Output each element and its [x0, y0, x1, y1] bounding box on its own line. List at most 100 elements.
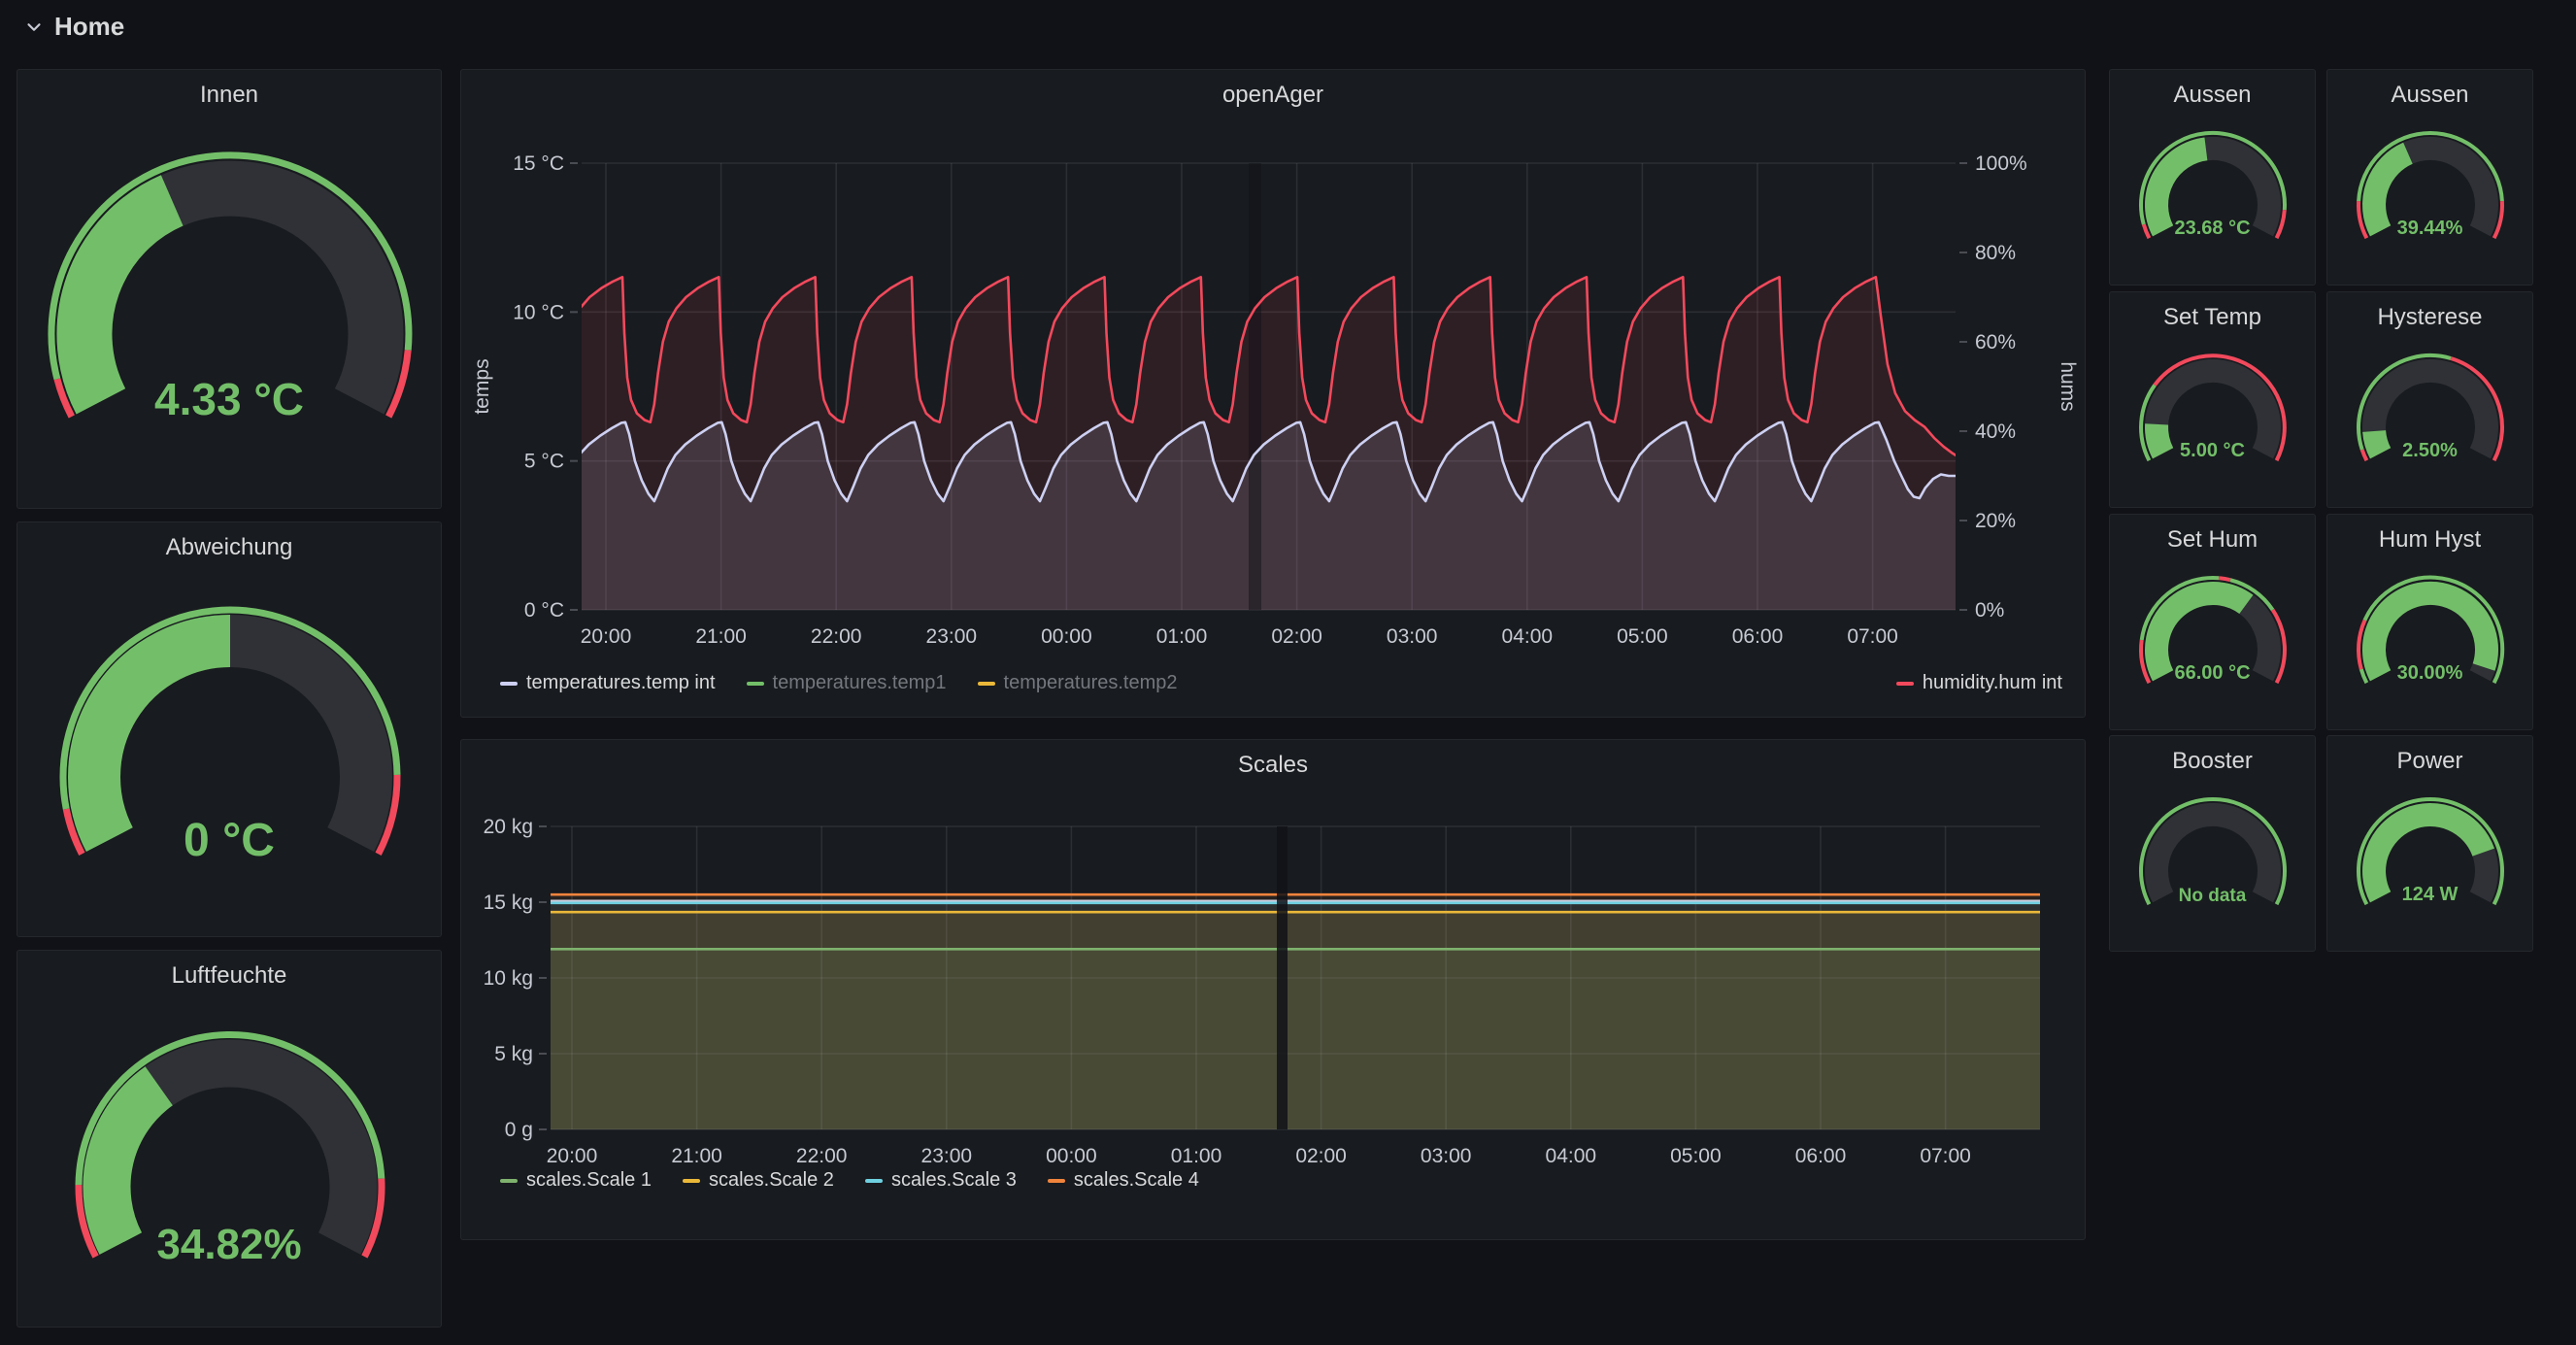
svg-text:06:00: 06:00	[1795, 1145, 1847, 1167]
legend-item-temperatures-temp2[interactable]: temperatures.temp2	[978, 672, 1178, 694]
legend-item-humidity-hum-int[interactable]: humidity.hum int	[1896, 672, 2062, 694]
panel-set-temp: Set Temp 5.00 °C	[2109, 291, 2316, 508]
panel-title[interactable]: Aussen	[2327, 82, 2532, 109]
panel-aussen-hum: Aussen 39.44%	[2326, 69, 2533, 286]
svg-text:06:00: 06:00	[1732, 625, 1784, 648]
time-series-plot-scales[interactable]: 20:0021:0022:0023:0000:0001:0002:0003:00…	[461, 740, 2085, 1239]
svg-text:5 °C: 5 °C	[524, 451, 564, 473]
panel-title[interactable]: Power	[2327, 748, 2532, 775]
svg-text:100%: 100%	[1975, 152, 2027, 175]
legend-series-label: humidity.hum int	[1923, 672, 2062, 694]
legend-series-label: temperatures.temp int	[526, 672, 716, 694]
svg-text:60%: 60%	[1975, 331, 2016, 353]
legend-series-label: scales.Scale 3	[891, 1169, 1017, 1192]
legend-item-scales-scale-2[interactable]: scales.Scale 2	[683, 1169, 834, 1192]
legend-series-color	[865, 1179, 883, 1183]
panel-set-hum: Set Hum 66.00 °C	[2109, 514, 2316, 730]
panel-title[interactable]: Innen	[17, 82, 441, 109]
legend-series-color	[1048, 1179, 1065, 1183]
svg-text:21:00: 21:00	[671, 1145, 722, 1167]
legend-item-scales-scale-4[interactable]: scales.Scale 4	[1048, 1169, 1199, 1192]
svg-text:0%: 0%	[1975, 599, 2004, 622]
svg-text:5 kg: 5 kg	[494, 1043, 533, 1065]
svg-text:10 °C: 10 °C	[513, 301, 564, 323]
panel-openager: 20:00 21:00 22:00 23:00 00:00 01:00 02:00 03:00…	[460, 69, 2086, 718]
panel-aussen-temp: Aussen 23.68 °C	[2109, 69, 2316, 286]
svg-text:20:00: 20:00	[547, 1145, 598, 1167]
panel-power: Power 124 W	[2326, 735, 2533, 952]
svg-text:07:00: 07:00	[1847, 625, 1898, 648]
legend-openager-right: humidity.hum int	[1896, 672, 2062, 694]
legend-openager: temperatures.temp int temperatures.temp1 t…	[500, 672, 1178, 694]
svg-text:05:00: 05:00	[1617, 625, 1668, 648]
legend-series-label: scales.Scale 2	[709, 1169, 834, 1192]
svg-text:20%: 20%	[1975, 510, 2016, 532]
svg-text:03:00: 03:00	[1421, 1145, 1472, 1167]
svg-text:00:00: 00:00	[1041, 625, 1092, 648]
legend-series-color	[978, 682, 995, 686]
dashboard: Home Innen 4.33 °C Abweichung 0 °C Luftf…	[0, 0, 2576, 1345]
legend-series-color	[500, 1179, 518, 1183]
legend-series-color	[500, 682, 518, 686]
panel-title[interactable]: Scales	[461, 752, 2085, 779]
svg-text:0 g: 0 g	[505, 1119, 533, 1141]
svg-text:07:00: 07:00	[1920, 1145, 1971, 1167]
panel-hysterese: Hysterese 2.50%	[2326, 291, 2533, 508]
panel-booster: Booster No data	[2109, 735, 2316, 952]
svg-text:23:00: 23:00	[921, 1145, 973, 1167]
gauge-abweichung	[17, 522, 443, 938]
svg-text:04:00: 04:00	[1546, 1145, 1597, 1167]
panel-scales: 20:0021:0022:0023:0000:0001:0002:0003:00…	[460, 739, 2086, 1240]
gauge-luftfeuchte	[17, 951, 443, 1328]
svg-text:0 °C: 0 °C	[524, 599, 564, 622]
svg-text:temps: temps	[471, 358, 493, 414]
panel-abweichung: Abweichung 0 °C	[17, 521, 442, 937]
svg-text:03:00: 03:00	[1387, 625, 1438, 648]
svg-text:20 kg: 20 kg	[484, 816, 533, 838]
legend-series-color	[747, 682, 764, 686]
svg-text:01:00: 01:00	[1171, 1145, 1222, 1167]
panel-title[interactable]: Hum Hyst	[2327, 526, 2532, 554]
svg-text:hums: hums	[2057, 361, 2079, 411]
svg-text:00:00: 00:00	[1046, 1145, 1097, 1167]
legend-series-color	[683, 1179, 700, 1183]
svg-text:21:00: 21:00	[695, 625, 747, 648]
panel-innen: Innen 4.33 °C	[17, 69, 442, 509]
svg-text:02:00: 02:00	[1271, 625, 1322, 648]
svg-text:20:00: 20:00	[581, 625, 632, 648]
svg-text:15 °C: 15 °C	[513, 152, 564, 175]
legend-scales: scales.Scale 1 scales.Scale 2 scales.Scale…	[500, 1169, 1199, 1192]
svg-text:05:00: 05:00	[1670, 1145, 1722, 1167]
legend-series-label: temperatures.temp1	[773, 672, 947, 694]
legend-series-label: scales.Scale 4	[1074, 1169, 1199, 1192]
svg-text:04:00: 04:00	[1502, 625, 1554, 648]
panel-title[interactable]: Hysterese	[2327, 304, 2532, 331]
legend-item-temperatures-temp-int[interactable]: temperatures.temp int	[500, 672, 716, 694]
panel-title[interactable]: Aussen	[2110, 82, 2315, 109]
legend-series-color	[1896, 682, 1914, 686]
panel-title[interactable]: Abweichung	[17, 534, 441, 561]
svg-text:02:00: 02:00	[1295, 1145, 1347, 1167]
panel-title[interactable]: Set Temp	[2110, 304, 2315, 331]
svg-text:15 kg: 15 kg	[484, 891, 533, 914]
breadcrumb-home[interactable]: Home	[54, 12, 124, 42]
svg-text:80%: 80%	[1975, 242, 2016, 264]
legend-series-label: temperatures.temp2	[1004, 672, 1178, 694]
svg-text:23:00: 23:00	[926, 625, 978, 648]
svg-text:40%: 40%	[1975, 420, 2016, 443]
gauge-innen	[17, 70, 443, 510]
legend-series-label: scales.Scale 1	[526, 1169, 652, 1192]
breadcrumb: Home	[23, 12, 124, 42]
panel-title[interactable]: Luftfeuchte	[17, 962, 441, 990]
legend-item-scales-scale-3[interactable]: scales.Scale 3	[865, 1169, 1017, 1192]
chevron-down-icon[interactable]	[23, 17, 45, 38]
svg-text:01:00: 01:00	[1156, 625, 1208, 648]
legend-item-temperatures-temp1[interactable]: temperatures.temp1	[747, 672, 947, 694]
time-series-plot-openager[interactable]: 20:00 21:00 22:00 23:00 00:00 01:00 02:00 03:00…	[461, 70, 2085, 717]
panel-title[interactable]: openAger	[461, 82, 2085, 109]
panel-title[interactable]: Booster	[2110, 748, 2315, 775]
svg-text:22:00: 22:00	[811, 625, 862, 648]
panel-luftfeuchte: Luftfeuchte 34.82%	[17, 950, 442, 1328]
legend-item-scales-scale-1[interactable]: scales.Scale 1	[500, 1169, 652, 1192]
panel-title[interactable]: Set Hum	[2110, 526, 2315, 554]
